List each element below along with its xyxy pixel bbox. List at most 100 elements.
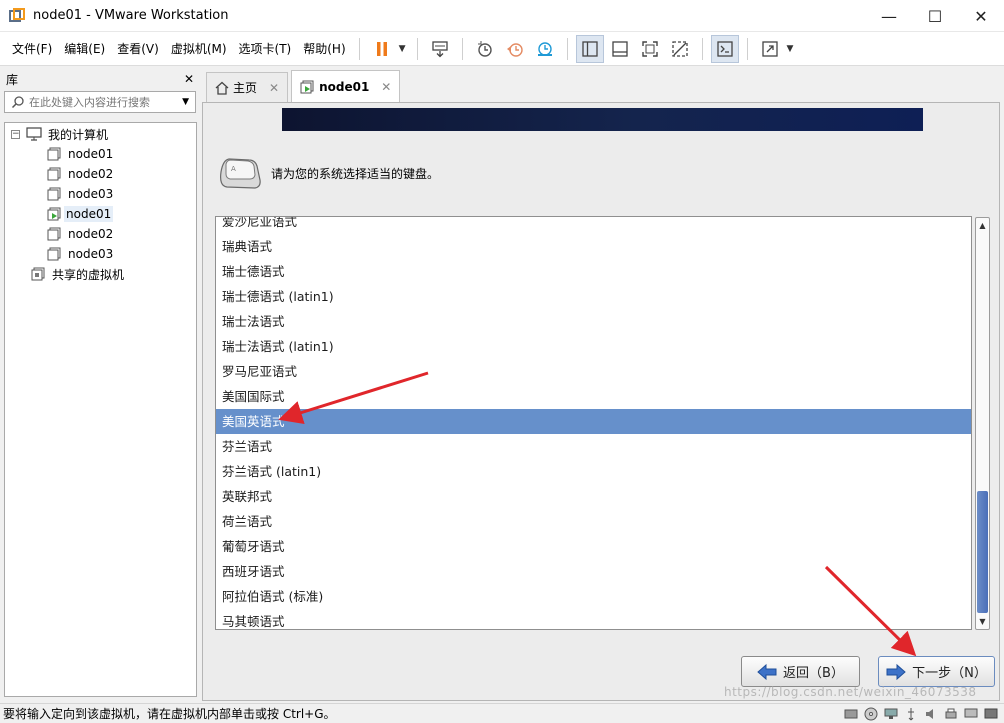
- keyboard-option[interactable]: 芬兰语式 (latin1): [216, 459, 971, 484]
- tree-node-vm[interactable]: node03: [5, 184, 196, 204]
- minimize-button[interactable]: —: [866, 0, 912, 32]
- tree-node-shared-vms[interactable]: 共享的虚拟机: [5, 264, 196, 284]
- library-search[interactable]: ▼: [4, 91, 196, 113]
- menu-tabs[interactable]: 选项卡(T): [233, 32, 298, 66]
- keyboard-option[interactable]: 瑞典语式: [216, 234, 971, 259]
- keyboard-option[interactable]: 罗马尼亚语式: [216, 359, 971, 384]
- menu-toolbar: 文件(F) 编辑(E) 查看(V) 虚拟机(M) 选项卡(T) 帮助(H) ▼ …: [0, 32, 1004, 66]
- status-message: 要将输入定向到该虚拟机，请在虚拟机内部单击或按 Ctrl+G。: [3, 707, 336, 721]
- search-icon: [11, 96, 24, 109]
- list-scrollbar[interactable]: ▲ ▼: [975, 217, 990, 630]
- tree-node-my-computer[interactable]: − 我的计算机: [5, 124, 196, 144]
- tab-node01[interactable]: node01 ✕: [291, 70, 401, 102]
- keyboard-option[interactable]: 荷兰语式: [216, 509, 971, 534]
- device-status-icons: [840, 706, 1000, 722]
- tree-node-vm-running[interactable]: node01: [5, 204, 196, 224]
- menu-view[interactable]: 查看(V): [111, 32, 165, 66]
- keyboard-option[interactable]: 西班牙语式: [216, 559, 971, 584]
- tree-label-vm: node03: [68, 187, 114, 201]
- tab-close-icon[interactable]: ✕: [269, 81, 279, 95]
- next-arrow-icon: [886, 663, 906, 680]
- keyboard-option[interactable]: 瑞士法语式 (latin1): [216, 334, 971, 359]
- toolbar-separator: [358, 37, 360, 60]
- network-adapter-icon[interactable]: [882, 706, 900, 722]
- toolbar-separator: [416, 37, 418, 60]
- show-library-icon[interactable]: [575, 34, 604, 63]
- next-button-label: 下一步（N）: [912, 666, 987, 681]
- keyboard-option[interactable]: 瑞士法语式: [216, 309, 971, 334]
- keyboard-prompt-text: 请为您的系统选择适当的键盘。: [271, 166, 440, 181]
- collapse-icon[interactable]: −: [11, 129, 20, 139]
- keyboard-option[interactable]: 马其顿语式: [216, 609, 971, 629]
- watermark: https://blog.csdn.net/weixin_46073538: [724, 685, 977, 699]
- vm-running-icon: [300, 80, 314, 93]
- scroll-down-icon[interactable]: ▼: [976, 614, 989, 629]
- close-library-icon[interactable]: ✕: [184, 72, 194, 86]
- toolbar-separator: [701, 37, 703, 60]
- next-button[interactable]: 下一步（N）: [878, 656, 995, 687]
- keyboard-option-selected[interactable]: 美国英语式: [216, 409, 971, 434]
- tree-node-vm[interactable]: node02: [5, 224, 196, 244]
- tree-node-vm[interactable]: node02: [5, 164, 196, 184]
- back-button[interactable]: 返回（B）: [741, 656, 860, 687]
- keyboard-option[interactable]: 阿拉伯语式 (标准): [216, 584, 971, 609]
- tree-label-vm: node03: [68, 247, 114, 261]
- title-bar: node01 - VMware Workstation — ☐ ✕: [0, 0, 1004, 32]
- shared-vms-icon: [31, 267, 45, 281]
- toolbar-separator: [746, 37, 748, 60]
- revert-snapshot-icon[interactable]: [501, 35, 529, 63]
- show-thumbnail-bar-icon[interactable]: [606, 35, 634, 63]
- vm-console[interactable]: A 请为您的系统选择适当的键盘。 爱沙尼亚语式 瑞典语式 瑞士德语式 瑞士德语式…: [202, 102, 1000, 701]
- keyboard-option[interactable]: 美国国际式: [216, 384, 971, 409]
- maximize-button[interactable]: ☐: [912, 0, 958, 32]
- tree-label-my-computer: 我的计算机: [48, 127, 109, 142]
- tree-label-vm: node01: [64, 206, 114, 222]
- library-header: 库 ✕: [0, 67, 200, 91]
- stretch-dropdown-icon[interactable]: ▼: [787, 44, 794, 54]
- keyboard-layout-list[interactable]: 爱沙尼亚语式 瑞典语式 瑞士德语式 瑞士德语式 (latin1) 瑞士法语式 瑞…: [215, 216, 972, 630]
- send-ctrl-alt-del-icon[interactable]: [426, 35, 454, 63]
- search-dropdown-icon[interactable]: ▼: [182, 97, 189, 107]
- unity-mode-icon[interactable]: [666, 35, 694, 63]
- scrollbar-thumb[interactable]: [977, 491, 988, 613]
- menu-help[interactable]: 帮助(H): [297, 32, 351, 66]
- menu-file[interactable]: 文件(F): [6, 32, 58, 66]
- keyboard-option[interactable]: 芬兰语式: [216, 434, 971, 459]
- cd-dvd-icon[interactable]: [862, 706, 880, 722]
- tab-home[interactable]: 主页 ✕: [206, 72, 289, 102]
- snapshot-icon[interactable]: [471, 35, 499, 63]
- search-input[interactable]: [29, 95, 179, 109]
- sound-card-icon[interactable]: [922, 706, 940, 722]
- keyboard-option[interactable]: 英联邦式: [216, 484, 971, 509]
- display-icon[interactable]: [962, 706, 980, 722]
- power-dropdown-icon[interactable]: ▼: [399, 44, 406, 54]
- pause-icon[interactable]: [368, 35, 396, 63]
- scroll-up-icon[interactable]: ▲: [976, 218, 989, 233]
- menu-edit[interactable]: 编辑(E): [58, 32, 111, 66]
- snapshot-manager-icon[interactable]: [531, 35, 559, 63]
- fullscreen-icon[interactable]: [636, 35, 664, 63]
- menu-vm[interactable]: 虚拟机(M): [165, 32, 233, 66]
- toolbar-separator: [566, 37, 568, 60]
- printer-icon[interactable]: [942, 706, 960, 722]
- tab-node01-label: node01: [319, 79, 370, 94]
- library-tree: − 我的计算机 node01 node02 node03 node01 node…: [4, 122, 197, 697]
- hard-disk-icon[interactable]: [842, 706, 860, 722]
- keyboard-prompt: A 请为您的系统选择适当的键盘。: [217, 156, 439, 190]
- tab-bar: 主页 ✕ node01 ✕: [202, 70, 1004, 102]
- back-button-label: 返回（B）: [783, 666, 844, 681]
- tree-node-vm[interactable]: node01: [5, 144, 196, 164]
- tree-label-shared-vms: 共享的虚拟机: [52, 267, 125, 282]
- console-view-icon[interactable]: [710, 34, 739, 63]
- keyboard-option[interactable]: 爱沙尼亚语式: [216, 217, 971, 234]
- tree-node-vm[interactable]: node03: [5, 244, 196, 264]
- close-window-button[interactable]: ✕: [958, 0, 1004, 32]
- message-log-icon[interactable]: [982, 706, 1000, 722]
- keyboard-option[interactable]: 葡萄牙语式: [216, 534, 971, 559]
- keyboard-key-icon: A: [220, 158, 261, 189]
- tab-close-icon[interactable]: ✕: [381, 80, 391, 94]
- keyboard-option[interactable]: 瑞士德语式: [216, 259, 971, 284]
- stretch-guest-icon[interactable]: [756, 35, 784, 63]
- keyboard-option[interactable]: 瑞士德语式 (latin1): [216, 284, 971, 309]
- usb-icon[interactable]: [902, 706, 920, 722]
